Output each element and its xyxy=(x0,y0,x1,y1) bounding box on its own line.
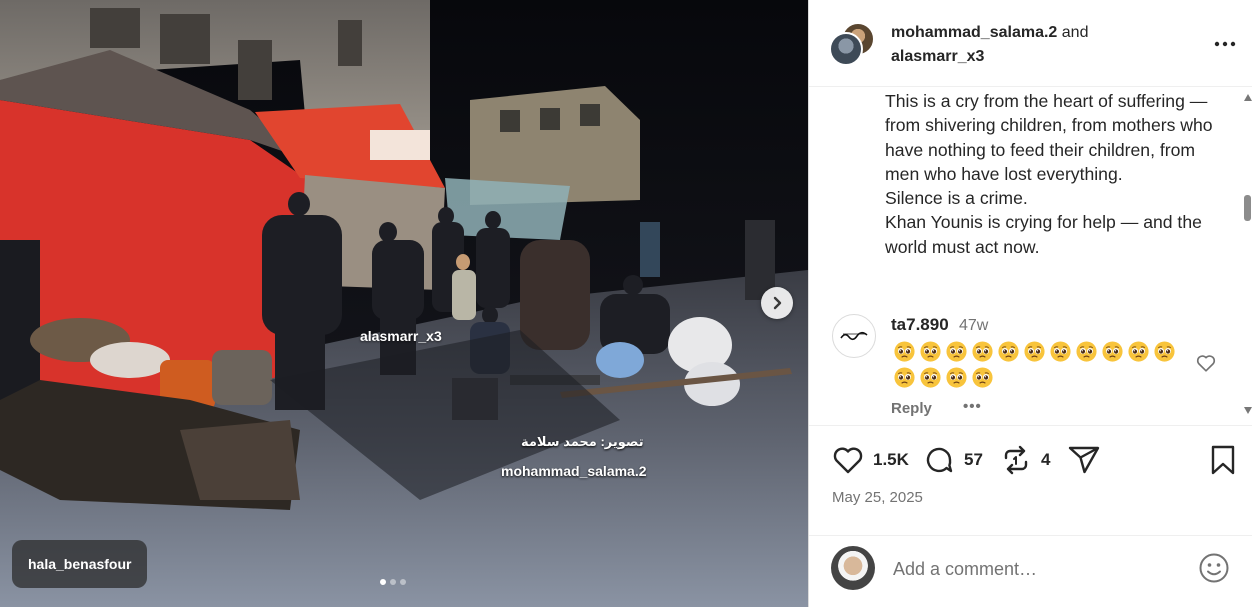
comments-scroll-area[interactable]: This is a cry from the heart of sufferin… xyxy=(809,88,1245,424)
post-photo: alasmarr_x3 تصوير: محمد سلامة mohammad_s… xyxy=(0,0,808,607)
comment-emoji-text xyxy=(893,340,1193,389)
post-sidebar: mohammad_salama.2 and alasmarr_x3 This i… xyxy=(808,0,1252,607)
commenter-avatar[interactable] xyxy=(832,314,876,358)
commenter-username[interactable]: ta7.890 xyxy=(891,315,949,335)
more-options-icon[interactable] xyxy=(1212,31,1238,57)
bookmark-icon xyxy=(1211,445,1235,475)
comment-bubble-icon xyxy=(926,447,953,473)
post-actions: 1.5K 57 4 May 25, 2025 xyxy=(809,425,1252,535)
comment-like-heart-icon[interactable] xyxy=(1195,352,1217,374)
pleading-face-icon xyxy=(894,341,915,362)
photo-credit-arabic: تصوير: محمد سلامة xyxy=(521,434,644,449)
scrollbar-thumb[interactable] xyxy=(1244,195,1251,221)
emoji-picker-icon[interactable] xyxy=(1198,552,1230,584)
pleading-face-icon xyxy=(1154,341,1175,362)
pleading-face-icon xyxy=(894,367,915,388)
collab-avatars[interactable] xyxy=(829,22,875,66)
comment-button[interactable]: 57 xyxy=(922,443,983,477)
author-username[interactable]: mohammad_salama.2 xyxy=(891,24,1057,41)
comment-more-button[interactable]: ••• xyxy=(963,398,982,415)
pleading-face-icon xyxy=(1128,341,1149,362)
carousel-dot xyxy=(400,579,406,585)
repost-count: 4 xyxy=(1041,450,1051,469)
repost-icon xyxy=(1004,445,1028,475)
like-button[interactable]: 1.5K xyxy=(831,443,909,477)
comments-scrollbar[interactable] xyxy=(1242,88,1252,424)
pleading-face-icon xyxy=(1102,341,1123,362)
avatar[interactable] xyxy=(831,546,875,590)
pleading-face-icon xyxy=(1024,341,1045,362)
pleading-face-icon xyxy=(920,367,941,388)
pleading-face-icon xyxy=(1050,341,1071,362)
send-icon xyxy=(1068,446,1100,474)
pleading-face-icon xyxy=(920,341,941,362)
scroll-up-arrow[interactable] xyxy=(1244,94,1252,101)
photo-scene xyxy=(0,0,808,607)
photo-user-tag-overlay[interactable]: alasmarr_x3 xyxy=(360,328,442,344)
pleading-face-icon xyxy=(946,367,967,388)
pleading-face-icon xyxy=(946,341,967,362)
caption-line: Khan Younis is crying for help — and the… xyxy=(885,212,1202,257)
carousel-next-button[interactable] xyxy=(761,287,793,319)
post-date[interactable]: May 25, 2025 xyxy=(832,489,923,506)
post-header: mohammad_salama.2 and alasmarr_x3 xyxy=(809,0,1252,87)
caption-line: This is a cry from the heart of sufferin… xyxy=(885,91,1213,184)
repost-button[interactable]: 4 xyxy=(999,443,1050,477)
caption-line: Silence is a crime. xyxy=(885,188,1028,209)
photo-tagged-user-chip[interactable]: hala_benasfour xyxy=(12,540,148,588)
add-comment-bar xyxy=(809,535,1252,607)
pleading-face-icon xyxy=(972,367,993,388)
collab-joiner: and xyxy=(1061,24,1089,41)
coauthor-username[interactable]: alasmarr_x3 xyxy=(891,48,984,65)
scroll-down-arrow[interactable] xyxy=(1244,407,1252,414)
pleading-face-icon xyxy=(972,341,993,362)
heart-icon xyxy=(833,447,863,474)
pleading-face-icon xyxy=(998,341,1019,362)
calligraphy-logo-icon xyxy=(840,331,868,341)
photo-credit-handle: mohammad_salama.2 xyxy=(501,463,647,479)
carousel-dots xyxy=(380,579,406,585)
pleading-face-icon xyxy=(1076,341,1097,362)
comment-time[interactable]: 47w xyxy=(959,317,988,335)
carousel-dot xyxy=(390,579,396,585)
add-comment-input[interactable] xyxy=(893,556,1183,582)
avatar[interactable] xyxy=(829,32,863,66)
save-button[interactable] xyxy=(1206,443,1240,477)
reply-button[interactable]: Reply xyxy=(891,400,932,417)
photo-tagged-user-label: hala_benasfour xyxy=(28,556,132,572)
like-count: 1.5K xyxy=(873,450,909,469)
chevron-right-icon xyxy=(773,296,782,310)
carousel-dot xyxy=(380,579,386,585)
post-caption: This is a cry from the heart of sufferin… xyxy=(885,89,1225,259)
collab-usernames: mohammad_salama.2 and alasmarr_x3 xyxy=(891,21,1088,69)
share-button[interactable] xyxy=(1067,443,1101,477)
comment-count: 57 xyxy=(964,450,983,469)
